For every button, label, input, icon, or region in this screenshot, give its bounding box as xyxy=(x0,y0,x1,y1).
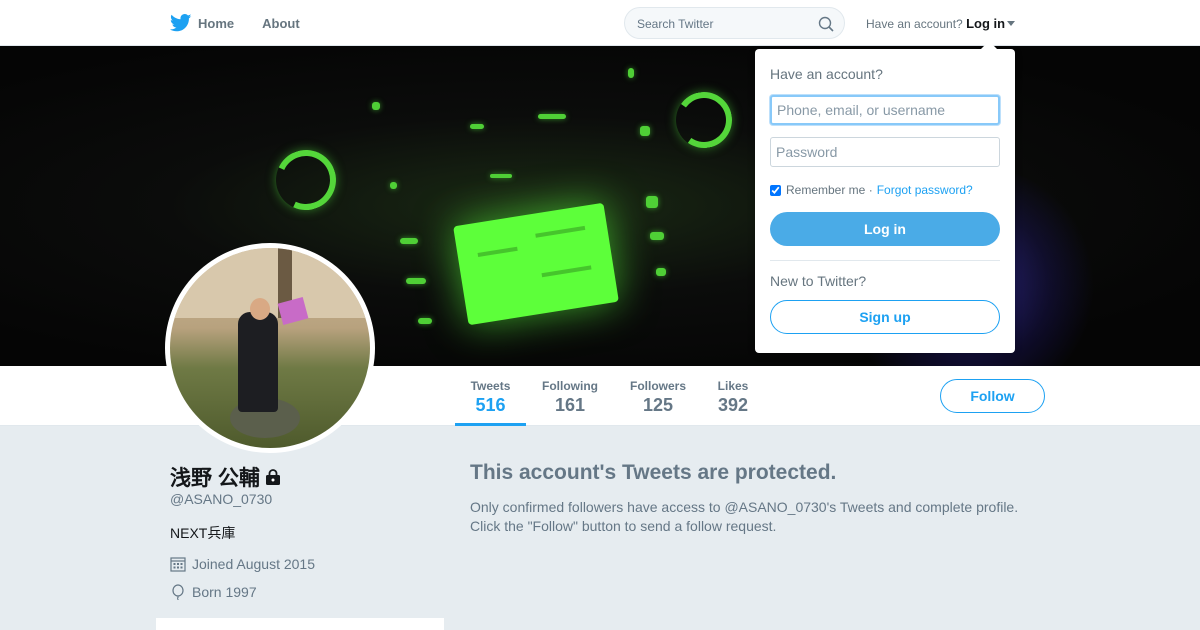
nav-home-link[interactable]: Home xyxy=(198,16,234,31)
search-input[interactable]: Search Twitter xyxy=(624,7,845,39)
search-placeholder: Search Twitter xyxy=(637,17,714,31)
username-field[interactable] xyxy=(770,95,1000,125)
search-icon[interactable] xyxy=(818,16,834,32)
new-to-twitter-label: New to Twitter? xyxy=(770,273,867,289)
stat-label: Likes xyxy=(717,379,749,393)
avatar[interactable] xyxy=(165,243,375,453)
stat-likes[interactable]: Likes 392 xyxy=(710,366,756,426)
password-field[interactable] xyxy=(770,137,1000,167)
banner-lcd-display xyxy=(453,202,619,326)
profile-handle[interactable]: @ASANO_0730 xyxy=(170,491,272,507)
calendar-icon xyxy=(170,557,186,572)
stat-label: Following xyxy=(542,379,598,393)
profile-name-row: 浅野 公輔 xyxy=(170,462,281,492)
remember-me-checkbox[interactable] xyxy=(770,184,781,196)
birth-date: Born 1997 xyxy=(170,584,257,600)
account-prompt: Have an account? xyxy=(866,17,963,31)
profile-bio: NEXT兵庫 xyxy=(170,525,236,541)
stat-label: Tweets xyxy=(470,379,511,393)
login-button[interactable]: Log in xyxy=(770,212,1000,246)
stat-followers[interactable]: Followers 125 xyxy=(622,366,694,426)
protected-line-2: Click the "Follow" button to send a foll… xyxy=(470,518,777,534)
forgot-password-link[interactable]: Forgot password? xyxy=(877,183,973,197)
signup-button[interactable]: Sign up xyxy=(770,300,1000,334)
login-dropdown: Have an account? Remember me · Forgot pa… xyxy=(755,41,1015,353)
stat-label: Followers xyxy=(629,379,686,393)
account-menu[interactable]: Have an account? Log in xyxy=(866,16,1016,31)
login-dropdown-title: Have an account? xyxy=(770,66,883,82)
protected-title: This account's Tweets are protected. xyxy=(470,461,837,484)
nav-left: Home About xyxy=(170,0,328,46)
stat-tweets[interactable]: Tweets 516 xyxy=(455,366,526,426)
remember-row: Remember me · Forgot password? xyxy=(770,183,973,197)
stat-value: 516 xyxy=(475,395,506,415)
dropdown-divider xyxy=(770,260,1000,261)
avatar-photo xyxy=(170,248,370,448)
joined-date: Joined August 2015 xyxy=(170,556,315,572)
remember-me-label[interactable]: Remember me · xyxy=(786,183,873,197)
follow-button[interactable]: Follow xyxy=(940,379,1045,413)
balloon-icon xyxy=(172,584,184,600)
login-menu-link[interactable]: Log in xyxy=(966,16,1005,31)
top-navigation-bar: Home About Search Twitter Have an accoun… xyxy=(0,0,1200,46)
joined-text: Joined August 2015 xyxy=(192,556,315,572)
stat-value: 392 xyxy=(717,395,749,415)
stat-value: 161 xyxy=(554,395,586,415)
stat-value: 125 xyxy=(642,395,674,415)
twitter-bird-icon[interactable] xyxy=(170,14,192,32)
stat-following[interactable]: Following 161 xyxy=(534,366,606,426)
profile-name: 浅野 公輔 xyxy=(170,467,260,490)
banner-dial-ring xyxy=(267,141,345,219)
born-text: Born 1997 xyxy=(192,584,257,600)
protected-line-1: Only confirmed followers have access to … xyxy=(470,499,1019,515)
lock-icon xyxy=(265,469,280,485)
banner-dial-ring xyxy=(671,87,737,153)
protected-description: Only confirmed followers have access to … xyxy=(470,498,1040,536)
nav-about-link[interactable]: About xyxy=(262,16,300,31)
sidebar-card xyxy=(156,618,444,630)
caret-down-icon xyxy=(1007,21,1016,26)
